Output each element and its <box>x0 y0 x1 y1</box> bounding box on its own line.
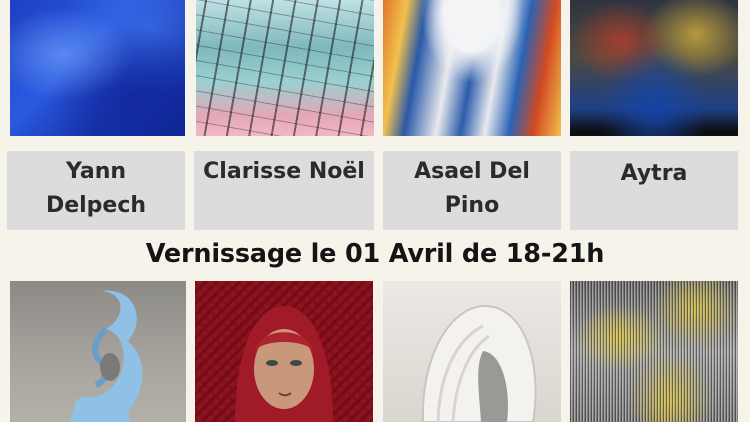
artist-name-line: Yann <box>65 159 127 184</box>
artist-name: Clarisse Noël <box>203 155 365 189</box>
artist-name: Asael Del Pino <box>414 155 530 223</box>
artist-name-line: Asael Del <box>414 159 530 184</box>
ceramic-illustration <box>421 304 537 422</box>
event-headline: Vernissage le 01 Avril de 18-21h <box>145 239 605 269</box>
artwork-portrait <box>195 281 373 422</box>
artwork-clarisse-noel <box>196 0 374 136</box>
artist-name-line: Delpech <box>45 193 147 218</box>
artist-name-line: Aytra <box>620 161 688 186</box>
artist-name-panel: Clarisse Noël <box>194 151 374 230</box>
artwork-sculpture-blue <box>10 281 186 422</box>
artist-name-line: Clarisse Noël <box>203 159 365 184</box>
artist-name-panel: Yann Delpech <box>7 151 185 230</box>
artwork-aytra <box>570 0 738 136</box>
sculpture-illustration <box>70 290 143 422</box>
artist-name-line: Pino <box>444 193 500 218</box>
artwork-kinetic <box>570 281 738 422</box>
artist-name-panel: Asael Del Pino <box>383 151 561 230</box>
portrait-illustration <box>235 306 333 422</box>
artist-name: Yann Delpech <box>46 155 146 223</box>
artist-name-panel: Aytra <box>570 151 738 230</box>
artwork-yann-delpech <box>10 0 185 136</box>
artist-name: Aytra <box>621 157 688 191</box>
artwork-ceramic-sculpture <box>383 281 561 422</box>
artwork-asael-del-pino <box>383 0 561 136</box>
